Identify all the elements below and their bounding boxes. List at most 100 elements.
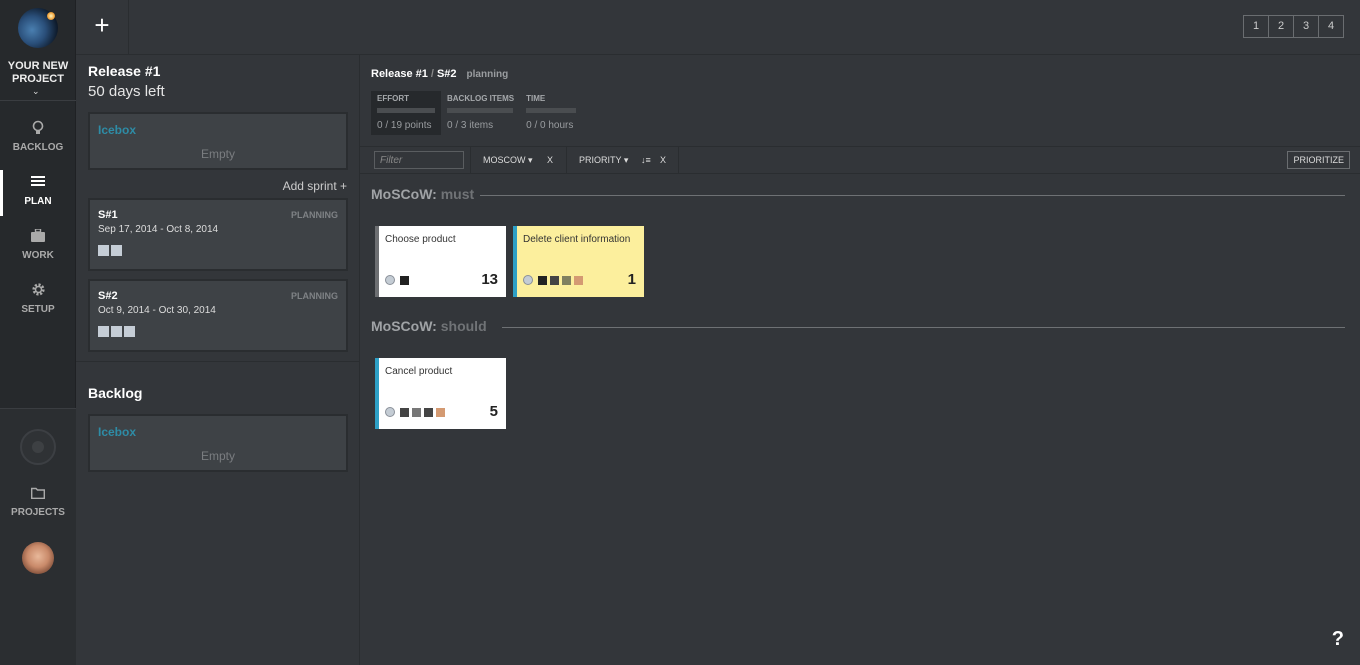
icebox-empty: Empty: [200, 449, 235, 463]
group-name: must: [440, 186, 475, 202]
card-points: 1: [627, 271, 636, 288]
priority-label: PRIORITY: [579, 155, 622, 165]
add-button[interactable]: +: [76, 0, 129, 54]
backlog-title[interactable]: Backlog: [88, 385, 142, 401]
project-name-line1: YOUR NEW: [7, 60, 69, 72]
card-points: 5: [489, 403, 498, 420]
layout-button-4[interactable]: 4: [1318, 15, 1344, 38]
chevron-down-icon[interactable]: ⌄: [32, 86, 40, 97]
nav-item-projects[interactable]: PROJECTS: [0, 485, 76, 535]
task-square: [574, 275, 583, 285]
clear-priority-button[interactable]: X: [660, 155, 666, 165]
group-heading-must: MoSCoW: must: [371, 186, 474, 202]
crumb-sprint[interactable]: S#2: [437, 68, 457, 80]
theme-toggle[interactable]: [20, 429, 56, 465]
crumb-release[interactable]: Release #1: [371, 68, 428, 80]
filter-divider: [470, 147, 471, 174]
filter-input[interactable]: [374, 151, 464, 169]
avatar[interactable]: [22, 542, 54, 574]
list-icon: [0, 174, 76, 192]
stat-label: EFFORT: [377, 94, 409, 103]
sprint-name: S#2: [98, 290, 118, 302]
item-square: [98, 326, 109, 337]
nav-label: PLAN: [24, 196, 52, 207]
sprint-stats: EFFORT 0 / 19 points BACKLOG ITEMS 0 / 3…: [371, 91, 582, 135]
stat-backlog-items[interactable]: BACKLOG ITEMS 0 / 3 items: [441, 91, 520, 135]
layout-button-2[interactable]: 2: [1268, 15, 1294, 38]
briefcase-icon: [0, 228, 76, 246]
group-name: should: [440, 318, 487, 334]
layout-button-3[interactable]: 3: [1293, 15, 1319, 38]
moscow-dropdown[interactable]: MOSCOW ▾: [483, 155, 533, 166]
card-indicators: [523, 275, 586, 285]
prioritize-button[interactable]: PRIORITIZE: [1287, 151, 1350, 169]
release-icebox[interactable]: Icebox Empty: [88, 112, 348, 170]
app-root: YOUR NEW PROJECT ⌄ BACKLOG PLAN WORK SET…: [0, 0, 1360, 665]
story-card[interactable]: Choose product 13: [375, 226, 506, 297]
sprint-name: S#1: [98, 209, 118, 221]
left-nav: YOUR NEW PROJECT ⌄ BACKLOG PLAN WORK SET…: [0, 0, 76, 665]
sprint-card[interactable]: S#2 PLANNING Oct 9, 2014 - Oct 30, 2014: [88, 279, 348, 352]
help-button[interactable]: ?: [1332, 628, 1344, 651]
breadcrumb: Release #1/S#2 planning: [371, 68, 508, 80]
sprint-card[interactable]: S#1 PLANNING Sep 17, 2014 - Oct 8, 2014: [88, 198, 348, 271]
sprint-main: Release #1/S#2 planning EFFORT 0 / 19 poi…: [360, 55, 1360, 665]
stat-bar: [447, 108, 513, 113]
nav-item-setup[interactable]: SETUP: [0, 282, 76, 332]
card-title: Delete client information: [523, 234, 631, 245]
group-heading-should: MoSCoW: should: [371, 318, 487, 334]
group-divider: [502, 327, 1345, 328]
icebox-label: Icebox: [98, 425, 137, 439]
sun-icon: [47, 12, 55, 20]
nav-label: SETUP: [21, 304, 55, 315]
sort-icon[interactable]: ↓≡: [641, 155, 651, 165]
task-square: [412, 407, 421, 417]
item-square: [98, 245, 109, 256]
folder-icon: [0, 485, 76, 503]
backlog-icebox[interactable]: Icebox Empty: [88, 414, 348, 472]
sprint-items: [98, 245, 124, 256]
stat-time[interactable]: TIME 0 / 0 hours: [520, 91, 582, 135]
project-name[interactable]: YOUR NEW PROJECT: [0, 60, 76, 86]
card-title: Cancel product: [385, 366, 453, 377]
nav-divider: [0, 100, 76, 101]
task-square: [562, 275, 571, 285]
status-dot: [523, 275, 533, 285]
nav-bottom: PROJECTS: [0, 408, 76, 665]
priority-dropdown[interactable]: PRIORITY ▾: [579, 155, 628, 166]
sprint-status: PLANNING: [291, 210, 338, 220]
add-sprint-link[interactable]: Add sprint +: [283, 179, 347, 193]
status-dot: [385, 407, 395, 417]
card-indicators: [385, 275, 412, 285]
task-square: [424, 407, 433, 417]
nav-item-plan[interactable]: PLAN: [0, 170, 76, 224]
layout-switcher: 1 2 3 4: [1243, 15, 1344, 38]
nav-item-work[interactable]: WORK: [0, 228, 76, 278]
icebox-label: Icebox: [98, 123, 137, 137]
nav-item-backlog[interactable]: BACKLOG: [0, 120, 76, 170]
task-square: [538, 275, 547, 285]
stat-bar: [377, 108, 435, 113]
sprint-dates: Oct 9, 2014 - Oct 30, 2014: [98, 305, 216, 316]
card-indicators: [385, 407, 448, 417]
sprint-items: [98, 326, 137, 337]
lightbulb-icon: [0, 120, 76, 138]
stat-bar: [526, 108, 577, 113]
project-logo[interactable]: [18, 8, 58, 48]
filter-divider: [678, 147, 679, 174]
group-prefix: MoSCoW:: [371, 318, 437, 334]
layout-button-1[interactable]: 1: [1243, 15, 1269, 38]
stat-effort[interactable]: EFFORT 0 / 19 points: [371, 91, 441, 135]
group-divider: [480, 195, 1345, 196]
release-title[interactable]: Release #1: [88, 63, 160, 79]
stat-label: TIME: [526, 94, 546, 103]
stat-value: 0 / 3 items: [447, 120, 494, 131]
days-left: 50 days left: [88, 83, 165, 100]
clear-moscow-button[interactable]: X: [547, 155, 553, 165]
item-square: [124, 326, 135, 337]
nav-label: BACKLOG: [12, 142, 64, 153]
story-card[interactable]: Cancel product 5: [375, 358, 506, 429]
sprint-status: PLANNING: [291, 291, 338, 301]
story-card[interactable]: Delete client information 1: [513, 226, 644, 297]
chevron-down-icon: ▾: [623, 155, 629, 165]
